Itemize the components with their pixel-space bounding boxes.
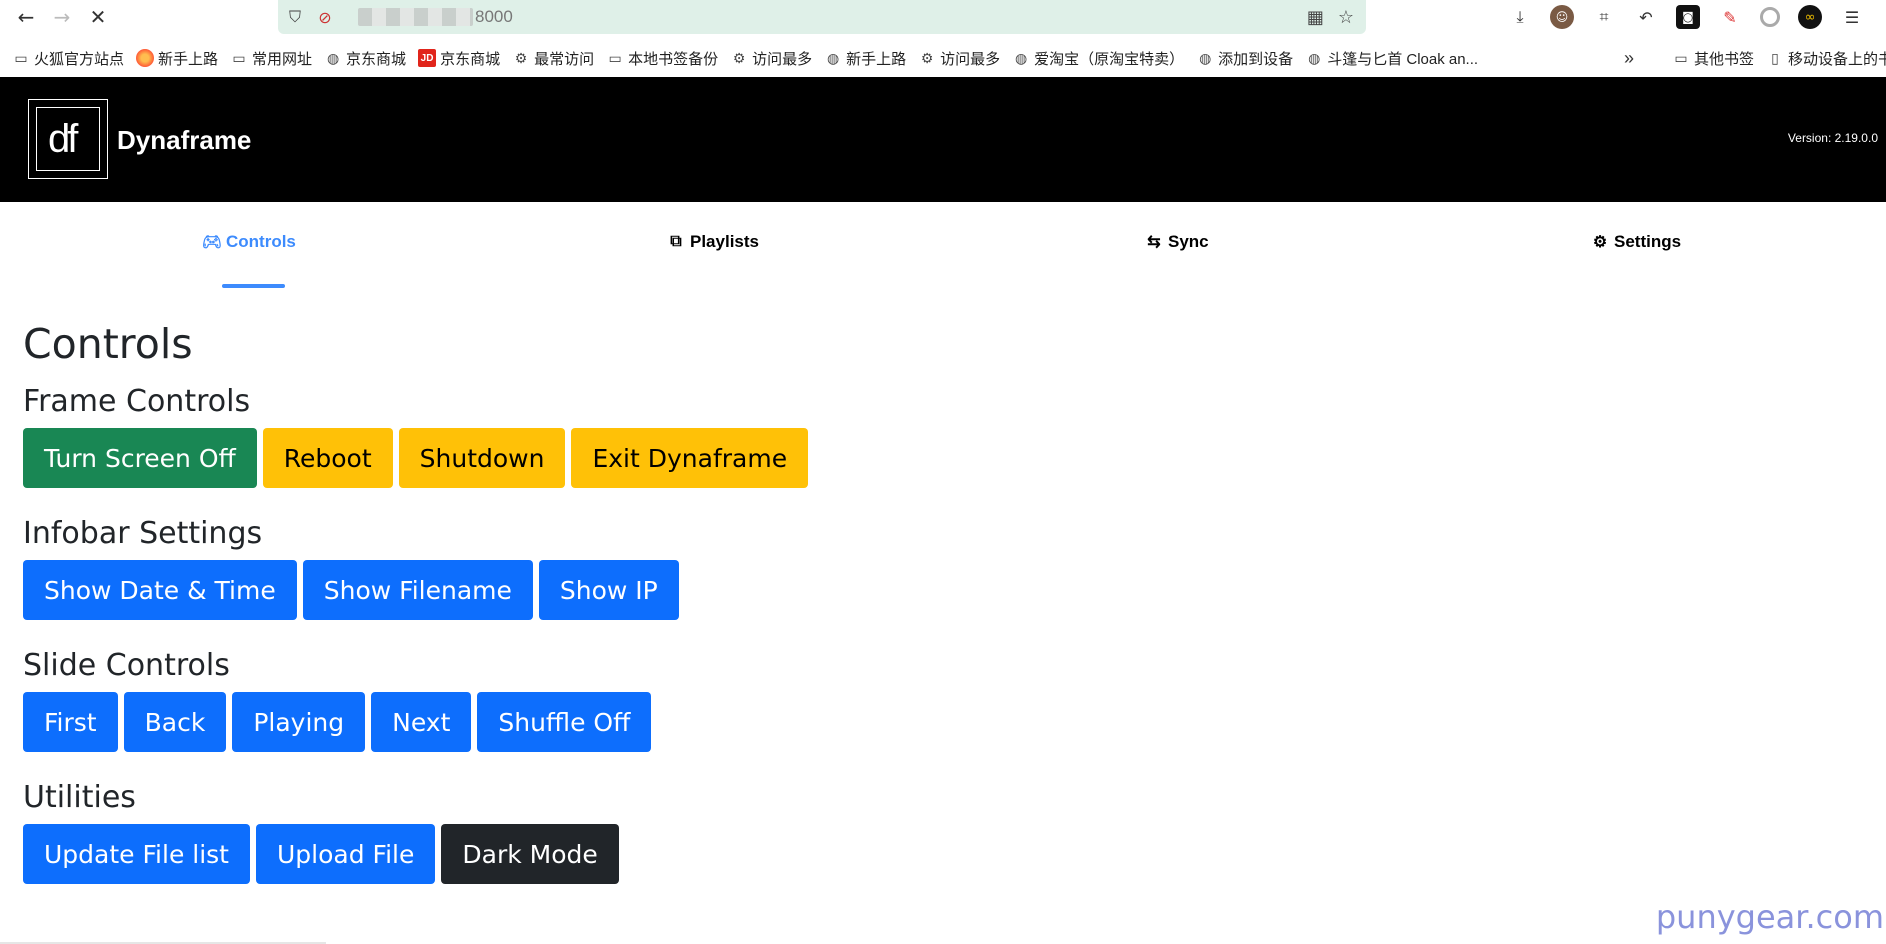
mask-extension-icon[interactable]: ◙ [1676, 5, 1700, 29]
infinity-extension-icon[interactable]: ∞ [1798, 5, 1822, 29]
bookmark-item[interactable]: ▭ 常用网址 [230, 48, 312, 69]
first-slide-button[interactable]: First [23, 692, 118, 753]
gear-icon: ⚙ [732, 49, 746, 66]
tab-sync[interactable]: ⇆ Sync [1144, 232, 1208, 252]
active-tab-indicator [222, 284, 285, 288]
controls-panel: Controls Frame Controls Turn Screen Off … [23, 320, 809, 885]
frame-controls-title: Frame Controls [23, 384, 251, 420]
bookmarks-bar: ▭ 火狐官方站点 新手上路 ▭ 常用网址 ◍ 京东商城 JD 京东商城 ⚙ 最常访问 ▭ 本… [0, 40, 1886, 76]
slide-controls-title: Slide Controls [23, 648, 230, 684]
mobile-bookmarks[interactable]: ▯ 移动设备上的书 [1766, 48, 1886, 69]
gamepad-icon: 🎮︎ [201, 234, 223, 251]
bookmark-item[interactable]: ◍ 新手上路 [824, 48, 906, 69]
bookmark-item[interactable]: JD 京东商城 [418, 48, 500, 69]
bookmark-item[interactable]: ◍ 京东商城 [324, 48, 406, 69]
bookmark-star-icon[interactable]: ☆ [1338, 7, 1354, 28]
turn-screen-off-button[interactable]: Turn Screen Off [23, 428, 257, 489]
globe-icon: ◍ [1015, 49, 1028, 66]
bookmark-item[interactable]: ⚙ 访问最多 [918, 48, 1000, 69]
browser-toolbar: ← → ✕ ⛉ ⊘ 8000 ▦ ☆ ⤓ ☺ ⌗ ↶ ◙ ✎ ∞ ☰ [0, 0, 1886, 34]
bookmark-item[interactable]: ◍ 添加到设备 [1196, 48, 1293, 69]
address-bar[interactable]: ⛉ ⊘ 8000 ▦ ☆ [278, 0, 1366, 34]
playing-toggle-button[interactable]: Playing [232, 692, 366, 753]
utilities-title: Utilities [23, 780, 136, 816]
firefox-icon [136, 49, 155, 67]
other-bookmarks[interactable]: ▭ 其他书签 [1672, 48, 1754, 69]
dark-mode-button[interactable]: Dark Mode [441, 824, 619, 885]
jd-icon: JD [418, 49, 437, 67]
avatar-extension-icon[interactable]: ☺ [1550, 5, 1574, 29]
bookmark-item[interactable]: ▭ 本地书签备份 [606, 48, 718, 69]
bookmark-item[interactable]: ◍ 斗篷与匕首 Cloak an... [1305, 48, 1478, 69]
exit-dynaframe-button[interactable]: Exit Dynaframe [571, 428, 809, 489]
folder-icon: ▭ [608, 49, 622, 66]
download-icon[interactable]: ⤓ [1508, 5, 1532, 29]
gear-icon: ⚙ [1592, 234, 1608, 251]
pen-extension-icon[interactable]: ✎ [1718, 5, 1742, 29]
tab-controls[interactable]: 🎮︎ Controls [202, 232, 296, 252]
bookmark-item[interactable]: ⚙ 最常访问 [512, 48, 594, 69]
more-bookmarks-chevron-icon[interactable]: » [1624, 40, 1634, 76]
shutdown-button[interactable]: Shutdown [398, 428, 566, 489]
tab-settings[interactable]: ⚙ Settings [1590, 232, 1681, 252]
main-tabs: 🎮︎ Controls ⧉ Playlists ⇆ Sync ⚙ Setting… [0, 202, 1886, 292]
tab-playlists[interactable]: ⧉ Playlists [666, 232, 759, 252]
qr-code-icon[interactable]: ▦ [1307, 7, 1324, 28]
version-label: Version: 2.19.0.0 [1787, 131, 1878, 145]
mobile-device-icon: ▯ [1771, 49, 1779, 66]
folder-icon: ▭ [1674, 49, 1688, 66]
upload-file-button[interactable]: Upload File [256, 824, 436, 885]
gear-icon: ⚙ [920, 49, 934, 66]
playlist-icon: ⧉ [670, 233, 682, 250]
back-slide-button[interactable]: Back [123, 692, 227, 753]
menu-icon[interactable]: ☰ [1840, 5, 1864, 29]
show-date-time-button[interactable]: Show Date & Time [23, 560, 297, 621]
folder-icon: ▭ [14, 49, 28, 66]
sync-arrows-icon: ⇆ [1147, 234, 1161, 251]
bookmark-item[interactable]: ◍ 爱淘宝（原淘宝特卖） [1012, 48, 1184, 69]
show-filename-button[interactable]: Show Filename [302, 560, 533, 621]
infobar-settings-title: Infobar Settings [23, 516, 263, 552]
watermark-text: punygear.com [1655, 898, 1884, 936]
brand-name[interactable]: Dynaframe [117, 125, 251, 156]
dynaframe-logo[interactable]: df [28, 99, 108, 179]
page-title: Controls [23, 320, 193, 368]
bookmark-item[interactable]: ⚙ 访问最多 [730, 48, 812, 69]
stop-loading-icon[interactable]: ✕ [80, 0, 116, 34]
url-port: 8000 [475, 7, 513, 26]
next-slide-button[interactable]: Next [371, 692, 472, 753]
bookmark-item[interactable]: 新手上路 [136, 48, 218, 69]
blurred-url-host [358, 8, 473, 26]
globe-icon: ◍ [827, 49, 840, 66]
app-header: df Dynaframe Version: 2.19.0.0 [0, 77, 1886, 202]
record-extension-icon[interactable] [1760, 7, 1780, 27]
gear-icon: ⚙ [514, 49, 528, 66]
crop-icon[interactable]: ⌗ [1592, 5, 1616, 29]
bookmark-item[interactable]: ▭ 火狐官方站点 [12, 48, 124, 69]
shield-icon[interactable]: ⛉ [282, 4, 308, 30]
globe-icon: ◍ [1199, 49, 1212, 66]
update-file-list-button[interactable]: Update File list [23, 824, 250, 885]
globe-icon: ◍ [326, 49, 340, 66]
folder-icon: ▭ [232, 49, 246, 66]
back-arrow-icon[interactable]: ← [8, 0, 44, 34]
undo-icon[interactable]: ↶ [1634, 5, 1658, 29]
reboot-button[interactable]: Reboot [262, 428, 393, 489]
insecure-connection-icon[interactable]: ⊘ [312, 4, 338, 30]
globe-icon: ◍ [1308, 49, 1321, 66]
shuffle-toggle-button[interactable]: Shuffle Off [477, 692, 652, 753]
forward-arrow-icon[interactable]: → [44, 0, 80, 34]
show-ip-button[interactable]: Show IP [538, 560, 679, 621]
